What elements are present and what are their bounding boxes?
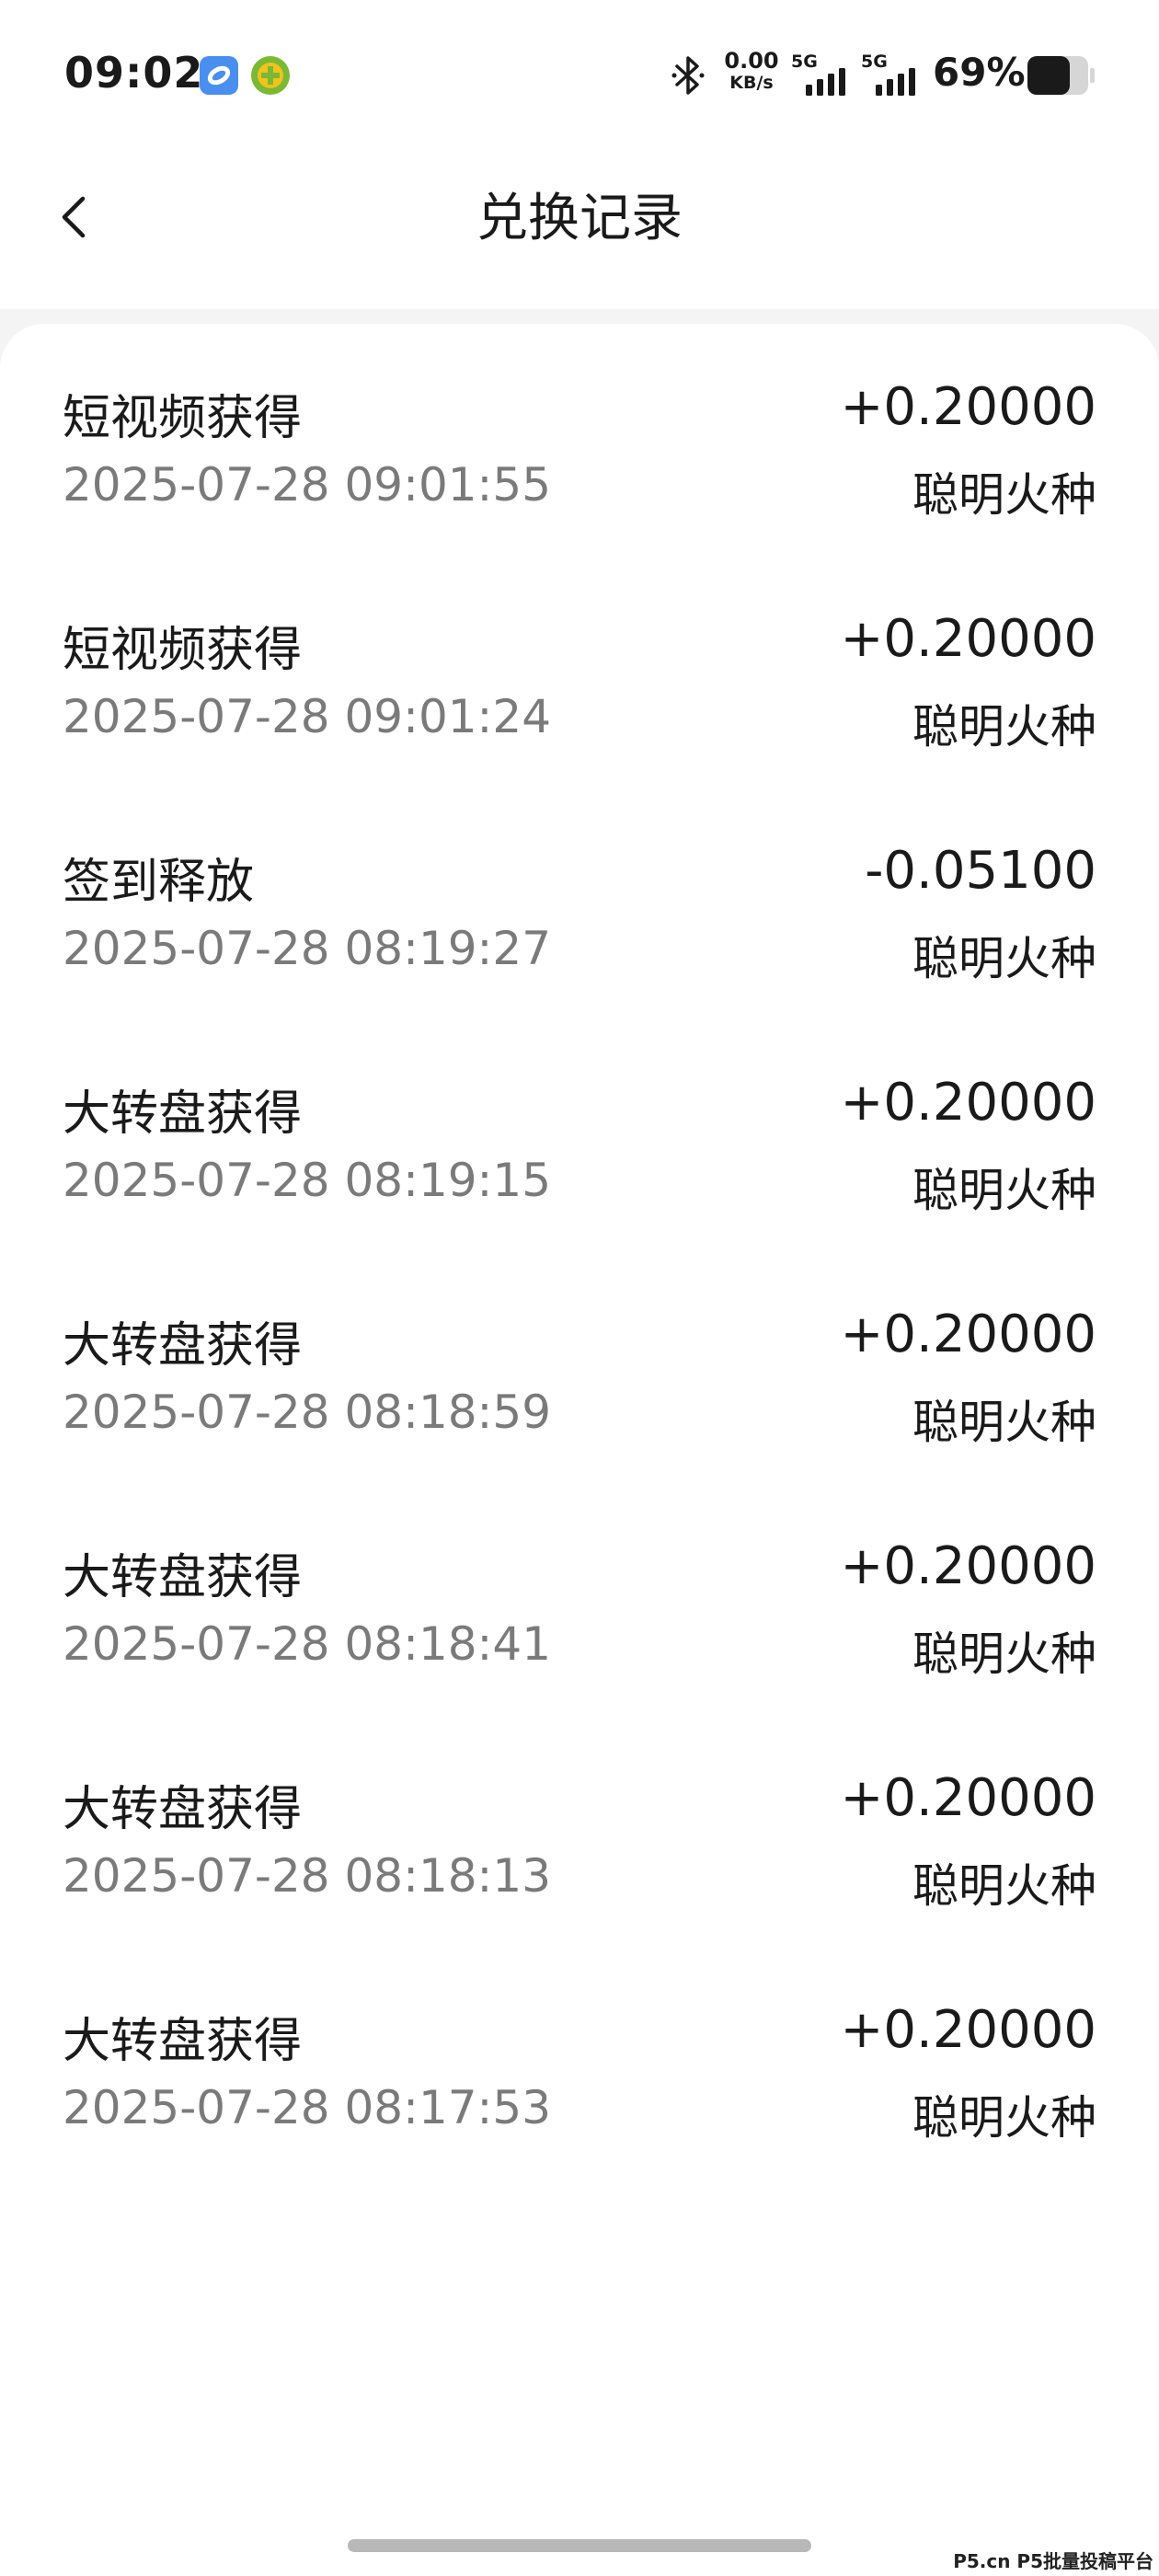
network-speed-unit: KB/s: [729, 73, 774, 93]
record-time: 2025-07-28 08:17:53: [63, 2081, 552, 2134]
status-bar: 09:02 0.00 KB/s 5G 5G 69%: [0, 0, 1159, 147]
record-amount: +0.20000: [840, 1768, 1097, 1828]
nav-bar: 兑换记录: [0, 147, 1159, 309]
record-time: 2025-07-28 08:18:41: [63, 1617, 552, 1671]
list-item[interactable]: 短视频获得 2025-07-28 09:01:55 +0.20000 聪明火种: [0, 324, 1159, 556]
record-title: 短视频获得: [63, 623, 303, 678]
record-title: 大转盘获得: [63, 1087, 303, 1142]
list-item[interactable]: 签到释放 2025-07-28 08:19:27 -0.05100 聪明火种: [0, 788, 1159, 1019]
record-title: 大转盘获得: [63, 1550, 303, 1605]
record-unit: 聪明火种: [912, 1164, 1096, 1217]
list-item[interactable]: 大转盘获得 2025-07-28 08:18:59 +0.20000 聪明火种: [0, 1251, 1159, 1483]
record-unit: 聪明火种: [912, 1627, 1096, 1681]
list-item[interactable]: 短视频获得 2025-07-28 09:01:24 +0.20000 聪明火种: [0, 556, 1159, 788]
record-amount: +0.20000: [840, 1073, 1097, 1133]
record-title: 大转盘获得: [63, 2014, 303, 2069]
record-time: 2025-07-28 08:18:59: [63, 1386, 552, 1439]
list-item[interactable]: 大转盘获得 2025-07-28 08:18:13 +0.20000 聪明火种: [0, 1715, 1159, 1947]
record-amount: +0.20000: [840, 609, 1097, 669]
record-unit: 聪明火种: [912, 2091, 1096, 2145]
page-title: 兑换记录: [476, 189, 683, 248]
record-time: 2025-07-28 09:01:24: [63, 690, 552, 743]
network-speed: 0.00 KB/s: [723, 50, 780, 92]
signal-icon: 5G: [789, 52, 854, 98]
record-time: 2025-07-28 08:18:13: [63, 1849, 552, 1903]
list-item[interactable]: 大转盘获得 2025-07-28 08:17:53 +0.20000 聪明火种: [0, 1947, 1159, 2179]
record-amount: +0.20000: [840, 2000, 1097, 2060]
record-title: 短视频获得: [63, 391, 303, 446]
record-card: 短视频获得 2025-07-28 09:01:55 +0.20000 聪明火种 …: [0, 324, 1159, 2576]
home-indicator[interactable]: [348, 2539, 811, 2552]
record-title: 签到释放: [63, 855, 255, 910]
app-badge-icon: [250, 55, 291, 96]
record-amount: -0.05100: [865, 841, 1096, 901]
record-unit: 聪明火种: [912, 1396, 1096, 1449]
record-amount: +0.20000: [840, 377, 1097, 437]
list-item[interactable]: 大转盘获得 2025-07-28 08:18:41 +0.20000 聪明火种: [0, 1483, 1159, 1715]
status-time: 09:02: [64, 48, 204, 98]
record-time: 2025-07-28 09:01:55: [63, 458, 552, 512]
record-unit: 聪明火种: [912, 700, 1096, 753]
signal-icon: 5G: [859, 52, 924, 98]
record-amount: +0.20000: [840, 1536, 1097, 1596]
record-unit: 聪明火种: [912, 468, 1096, 522]
app-badge-icon: [199, 55, 239, 96]
battery-percent: 69%: [933, 50, 1026, 95]
network-speed-value: 0.00: [724, 48, 779, 74]
watermark: P5.cn P5批量投稿平台: [953, 2550, 1153, 2572]
record-title: 大转盘获得: [63, 1782, 303, 1837]
record-unit: 聪明火种: [912, 932, 1096, 985]
record-amount: +0.20000: [840, 1305, 1097, 1364]
bluetooth-icon: [670, 53, 706, 98]
record-time: 2025-07-28 08:19:15: [63, 1154, 552, 1207]
record-time: 2025-07-28 08:19:27: [63, 922, 552, 975]
list-item[interactable]: 大转盘获得 2025-07-28 08:19:15 +0.20000 聪明火种: [0, 1019, 1159, 1251]
record-title: 大转盘获得: [63, 1318, 303, 1374]
battery-icon: [1027, 55, 1096, 96]
record-unit: 聪明火种: [912, 1859, 1096, 1913]
